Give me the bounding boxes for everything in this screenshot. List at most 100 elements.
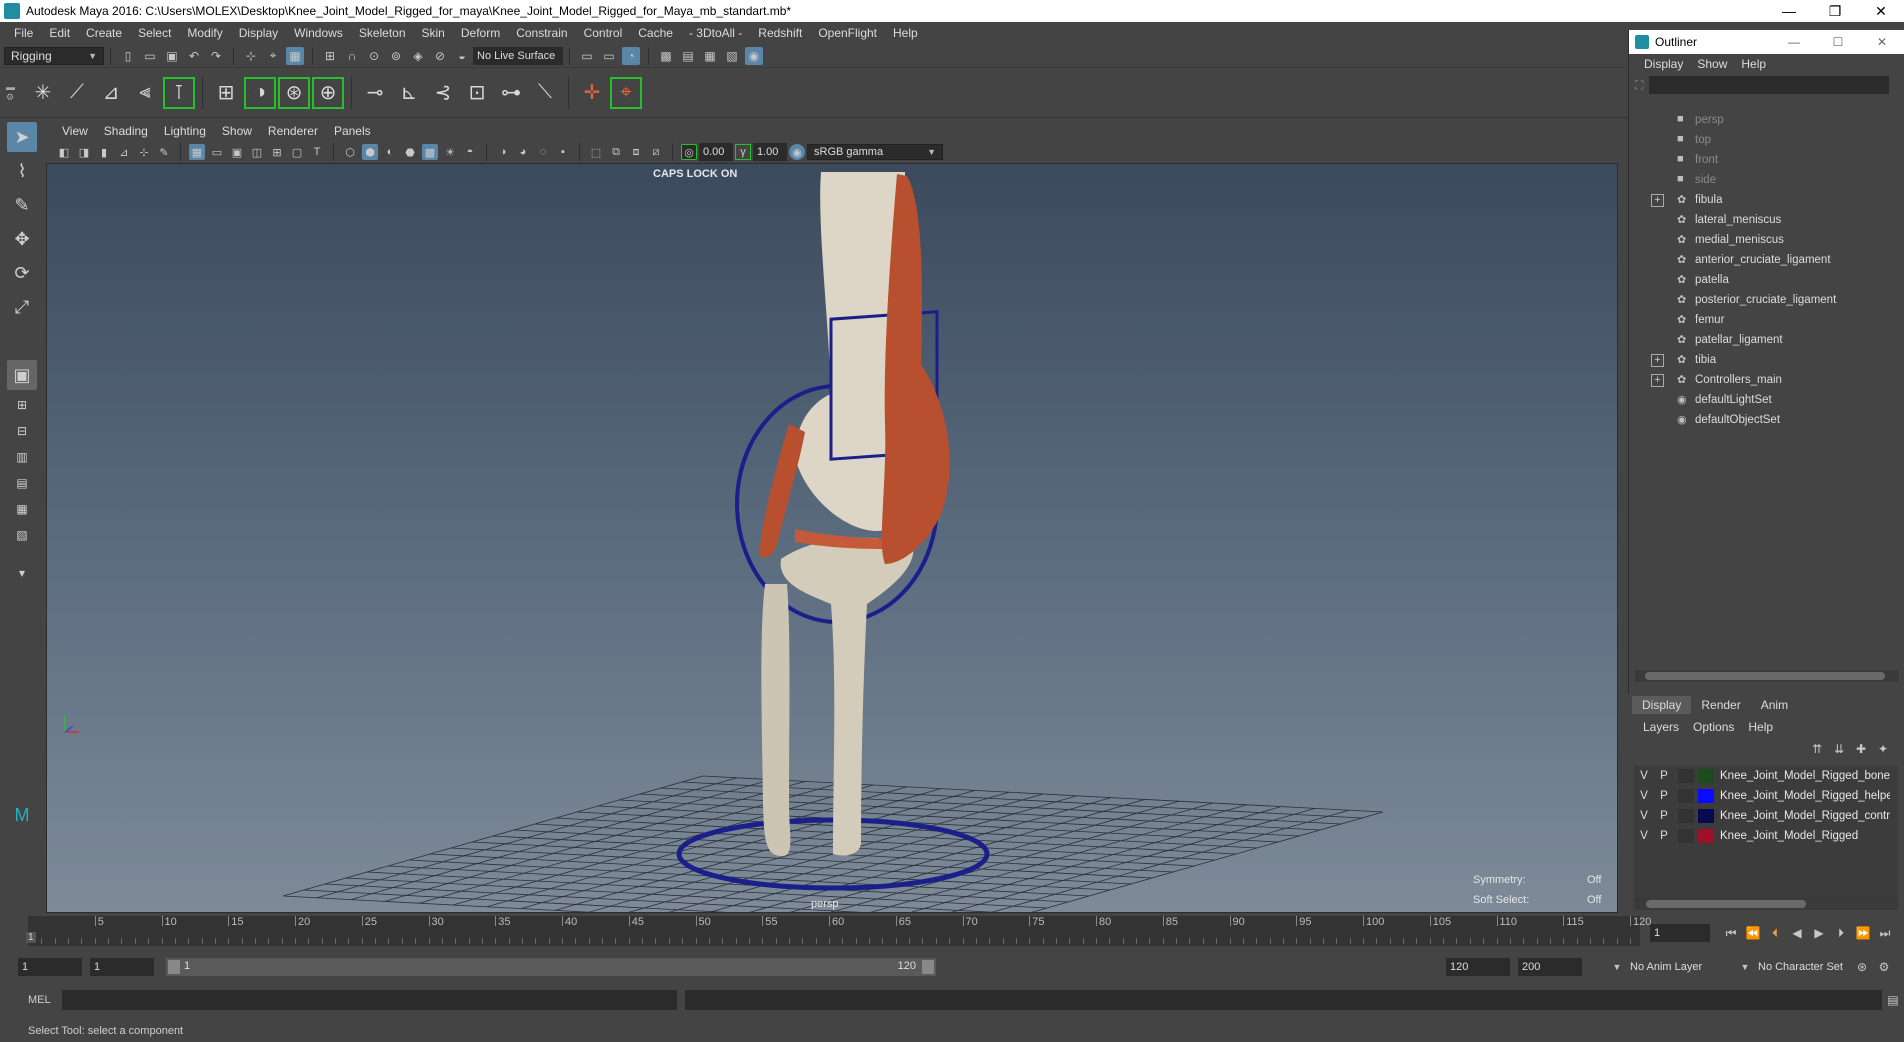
- menu-deform[interactable]: Deform: [453, 26, 508, 40]
- playback-end-field[interactable]: 120: [1446, 958, 1510, 976]
- wrap-icon[interactable]: ⊛: [278, 76, 310, 109]
- blend-shape-icon[interactable]: ⊕: [312, 76, 344, 109]
- undo-icon[interactable]: ↶: [185, 47, 203, 65]
- color-management-icon[interactable]: ◉: [789, 144, 805, 160]
- output-ops-icon[interactable]: ▭: [600, 47, 618, 65]
- layer-playback-toggle[interactable]: P: [1654, 770, 1674, 782]
- safe-action-icon[interactable]: ▢: [289, 144, 305, 160]
- scale-constraint-icon[interactable]: ⊡: [461, 77, 493, 109]
- menu-windows[interactable]: Windows: [286, 26, 351, 40]
- layer-visibility-toggle[interactable]: V: [1634, 810, 1654, 822]
- lattice-icon[interactable]: ⊞: [210, 77, 242, 109]
- layer-color-swatch[interactable]: [1698, 769, 1714, 783]
- select-object-icon[interactable]: ⌖: [264, 47, 282, 65]
- move-layer-up-icon[interactable]: ⇈: [1808, 740, 1826, 758]
- panel-menu-shading[interactable]: Shading: [96, 124, 156, 138]
- menu-modify[interactable]: Modify: [179, 26, 230, 40]
- outliner-item[interactable]: ■ side: [1629, 170, 1904, 190]
- render-settings-icon[interactable]: ▧: [723, 47, 741, 65]
- 2d-pan-zoom-icon[interactable]: ⊹: [136, 144, 152, 160]
- smooth-bind-icon[interactable]: ⫷: [129, 77, 161, 109]
- exposure-field[interactable]: 0.00: [699, 143, 733, 161]
- layer-display-type-toggle[interactable]: [1678, 809, 1694, 823]
- character-set-dropdown[interactable]: ▼ No Character Set ⊛ ⚙: [1734, 958, 1904, 976]
- motion-blur-icon[interactable]: ◕: [515, 144, 531, 160]
- rotate-tool-icon[interactable]: ⟳: [7, 258, 37, 288]
- layer-playback-toggle[interactable]: P: [1654, 810, 1674, 822]
- outliner-item[interactable]: ◉ defaultLightSet: [1629, 390, 1904, 410]
- layer-playback-toggle[interactable]: P: [1654, 790, 1674, 802]
- select-hierarchy-icon[interactable]: ⊹: [242, 47, 260, 65]
- four-view-layout-icon[interactable]: ⊞: [7, 394, 37, 416]
- tibia-bone[interactable]: [780, 537, 914, 856]
- outliner-item[interactable]: ✿ femur: [1629, 310, 1904, 330]
- outliner-item[interactable]: ✿ medial_meniscus: [1629, 230, 1904, 250]
- snap-curve-icon[interactable]: ∩: [343, 47, 361, 65]
- layer-color-swatch[interactable]: [1698, 789, 1714, 803]
- outliner-layout-icon[interactable]: ▧: [7, 524, 37, 546]
- menu-skin[interactable]: Skin: [414, 26, 453, 40]
- layer-display-type-toggle[interactable]: [1678, 829, 1694, 843]
- ik-handle-icon[interactable]: ⟋: [61, 77, 93, 109]
- locator-constraint-icon[interactable]: ⌖: [610, 76, 642, 109]
- smooth-shade-icon[interactable]: ⬢: [362, 144, 378, 160]
- panel-menu-show[interactable]: Show: [214, 124, 260, 138]
- close-button[interactable]: ✕: [1858, 3, 1904, 20]
- step-forward-key-icon[interactable]: ⏵: [1832, 924, 1850, 942]
- live-surface-field[interactable]: No Live Surface: [473, 46, 563, 65]
- perspective-viewport[interactable]: CAPS LOCK ON persp Symmetry: Off Soft Se…: [46, 163, 1618, 913]
- step-forward-frame-icon[interactable]: ⏩: [1854, 924, 1872, 942]
- layer-row[interactable]: V P Knee_Joint_Model_Rigged: [1634, 826, 1898, 846]
- tab-display[interactable]: Display: [1632, 696, 1692, 714]
- menu-control[interactable]: Control: [576, 26, 631, 40]
- outliner-minimize-button[interactable]: —: [1772, 35, 1816, 49]
- menu-help[interactable]: Help: [885, 26, 926, 40]
- layer-display-type-toggle[interactable]: [1678, 769, 1694, 783]
- orient-constraint-icon[interactable]: ⊰: [427, 77, 459, 109]
- outliner-item[interactable]: + ✿ fibula: [1629, 190, 1904, 210]
- command-input[interactable]: [61, 990, 677, 1010]
- exposure-icon[interactable]: ◎: [681, 144, 697, 160]
- safe-title-icon[interactable]: T: [309, 144, 325, 160]
- range-end-handle[interactable]: [922, 960, 934, 974]
- fibula-bone[interactable]: [761, 584, 791, 856]
- menu-constrain[interactable]: Constrain: [508, 26, 575, 40]
- go-to-start-icon[interactable]: ⏮: [1722, 924, 1740, 942]
- outliner-item[interactable]: ■ top: [1629, 130, 1904, 150]
- layer-row[interactable]: V P Knee_Joint_Model_Rigged_bones: [1634, 766, 1898, 786]
- ipr-render-icon[interactable]: ▦: [701, 47, 719, 65]
- new-empty-layer-icon[interactable]: ✚: [1852, 740, 1870, 758]
- pole-vector-icon[interactable]: ⟍: [529, 77, 561, 109]
- joint-tool-icon[interactable]: ✳: [27, 77, 59, 109]
- colorspace-dropdown[interactable]: sRGB gamma ▼: [807, 144, 943, 160]
- use-lights-icon[interactable]: ☀: [442, 144, 458, 160]
- xray-joints-icon[interactable]: ⧈: [628, 144, 644, 160]
- menu-cache[interactable]: Cache: [630, 26, 681, 40]
- lasso-tool-icon[interactable]: ⌇: [7, 156, 37, 186]
- auto-key-icon[interactable]: ⊛: [1853, 958, 1871, 976]
- outliner-item[interactable]: + ✿ tibia: [1629, 350, 1904, 370]
- time-slider[interactable]: 5 10 15 20 25 30 35 40 45 50 55 60 65 70 75 80 85 90 95 100…: [28, 916, 1651, 946]
- two-view-layout-icon[interactable]: ⊟: [7, 420, 37, 442]
- field-chart-icon[interactable]: ⊞: [269, 144, 285, 160]
- save-scene-icon[interactable]: ▣: [163, 47, 181, 65]
- point-constraint-icon[interactable]: ⊸: [359, 77, 391, 109]
- restore-button[interactable]: ❐: [1812, 3, 1858, 20]
- default-material-icon[interactable]: ◐: [382, 144, 398, 160]
- menu-skeleton[interactable]: Skeleton: [351, 26, 414, 40]
- new-scene-icon[interactable]: ▯: [119, 47, 137, 65]
- image-plane-icon[interactable]: ⊿: [116, 144, 132, 160]
- menu-edit[interactable]: Edit: [41, 26, 78, 40]
- animation-end-field[interactable]: 200: [1518, 958, 1582, 976]
- animation-start-field[interactable]: 1: [18, 958, 82, 976]
- render-view-icon[interactable]: ▩: [657, 47, 675, 65]
- select-tool-icon[interactable]: ➤: [7, 122, 37, 152]
- persp-outliner-layout-icon[interactable]: ▥: [7, 446, 37, 468]
- grid-icon[interactable]: ▦: [189, 144, 205, 160]
- locator-icon[interactable]: ✛: [576, 77, 608, 109]
- expand-icon[interactable]: +: [1651, 373, 1664, 387]
- construction-history-icon[interactable]: ◔: [622, 46, 640, 65]
- depth-of-field-icon[interactable]: ▪: [555, 144, 571, 160]
- snap-view-icon[interactable]: ⊚: [387, 47, 405, 65]
- outliner-maximize-button[interactable]: ☐: [1816, 35, 1860, 49]
